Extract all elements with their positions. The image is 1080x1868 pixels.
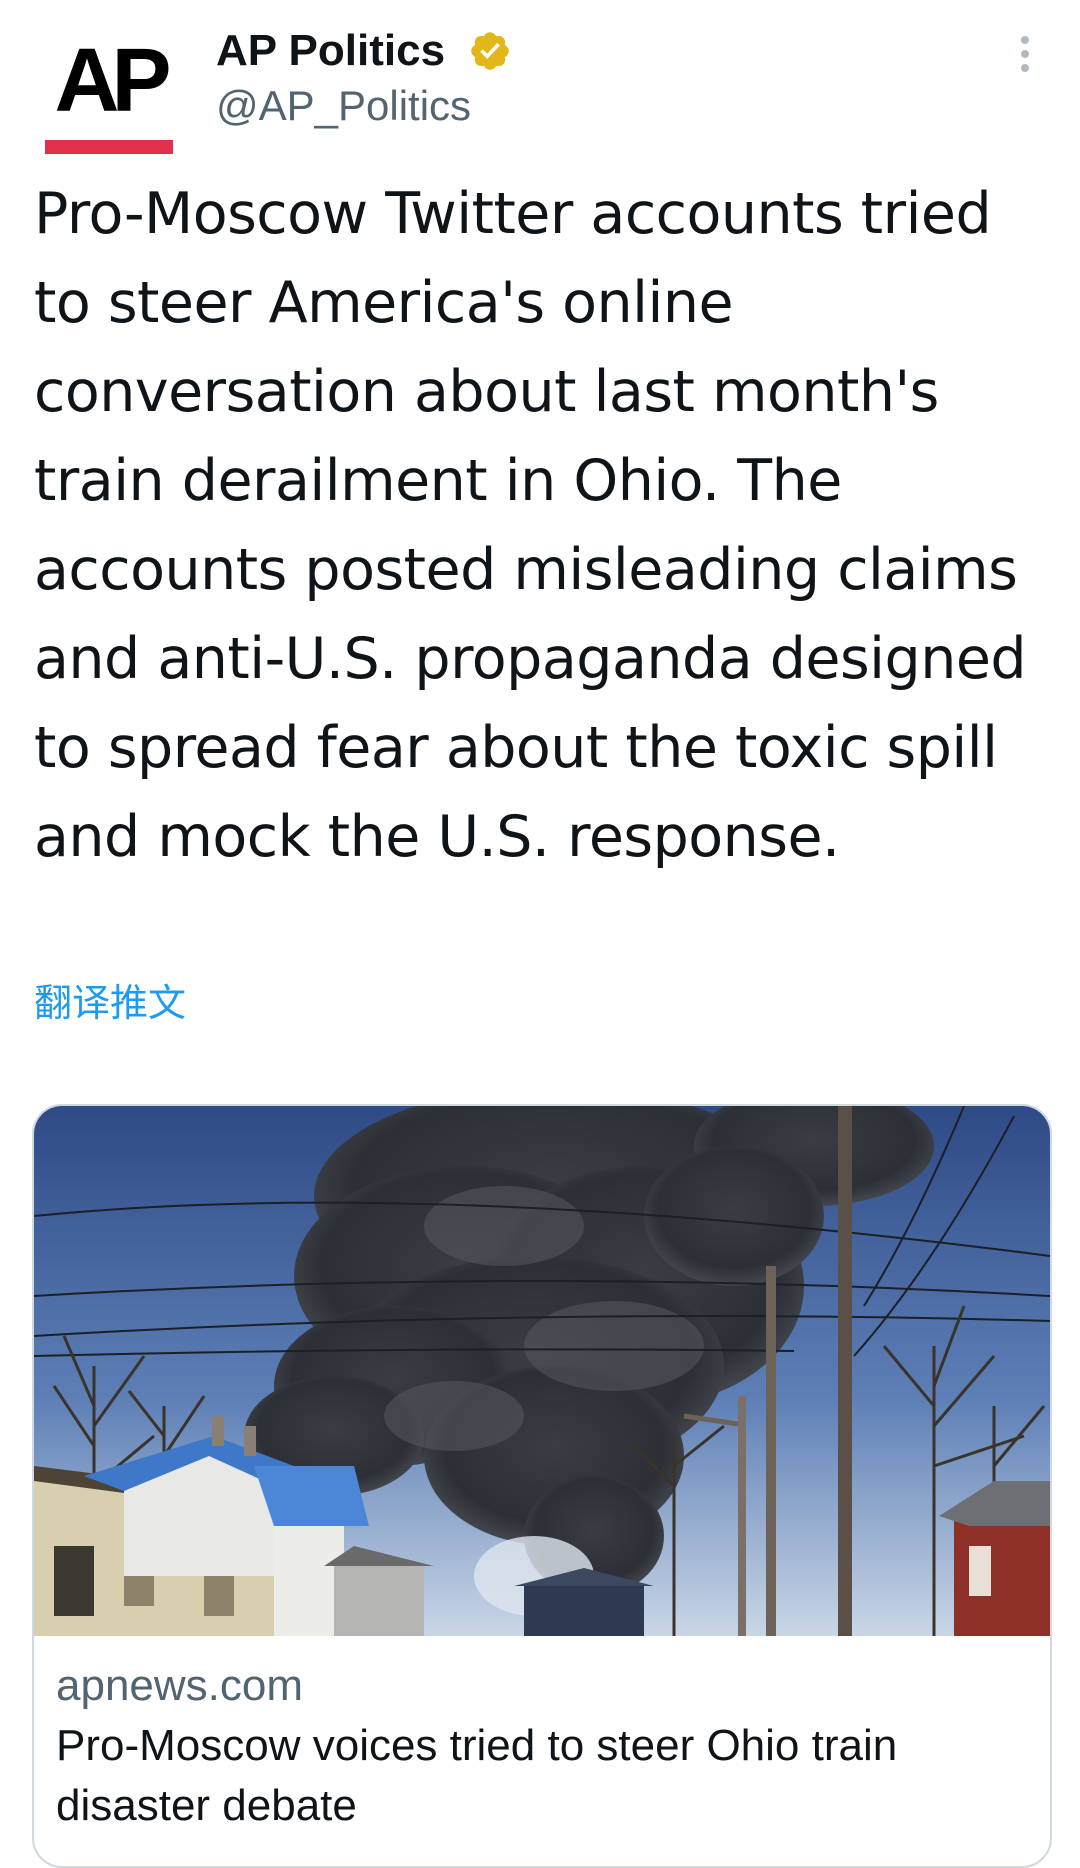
avatar-logo-text: AP [54,31,171,131]
card-domain: apnews.com [56,1661,304,1710]
avatar[interactable]: AP [42,28,176,162]
tweet-header: AP AP Politics @AP_Politics [0,0,1080,160]
more-vertical-icon[interactable] [1010,34,1040,74]
verified-badge-icon [471,32,509,70]
tweet-text: Pro-Moscow Twitter accounts tried to ste… [34,181,1027,870]
avatar-logo-bar [45,140,173,154]
display-name[interactable]: AP Politics [216,26,445,76]
translate-tweet-link[interactable]: 翻译推文 [34,978,186,1028]
card-title[interactable]: Pro-Moscow voices tried to steer Ohio tr… [56,1716,1026,1836]
account-handle[interactable]: @AP_Politics [216,82,471,130]
link-preview-card[interactable]: apnews.com Pro-Moscow voices tried to st… [32,1104,1052,1868]
card-image-smoke-plume [34,1106,1050,1636]
